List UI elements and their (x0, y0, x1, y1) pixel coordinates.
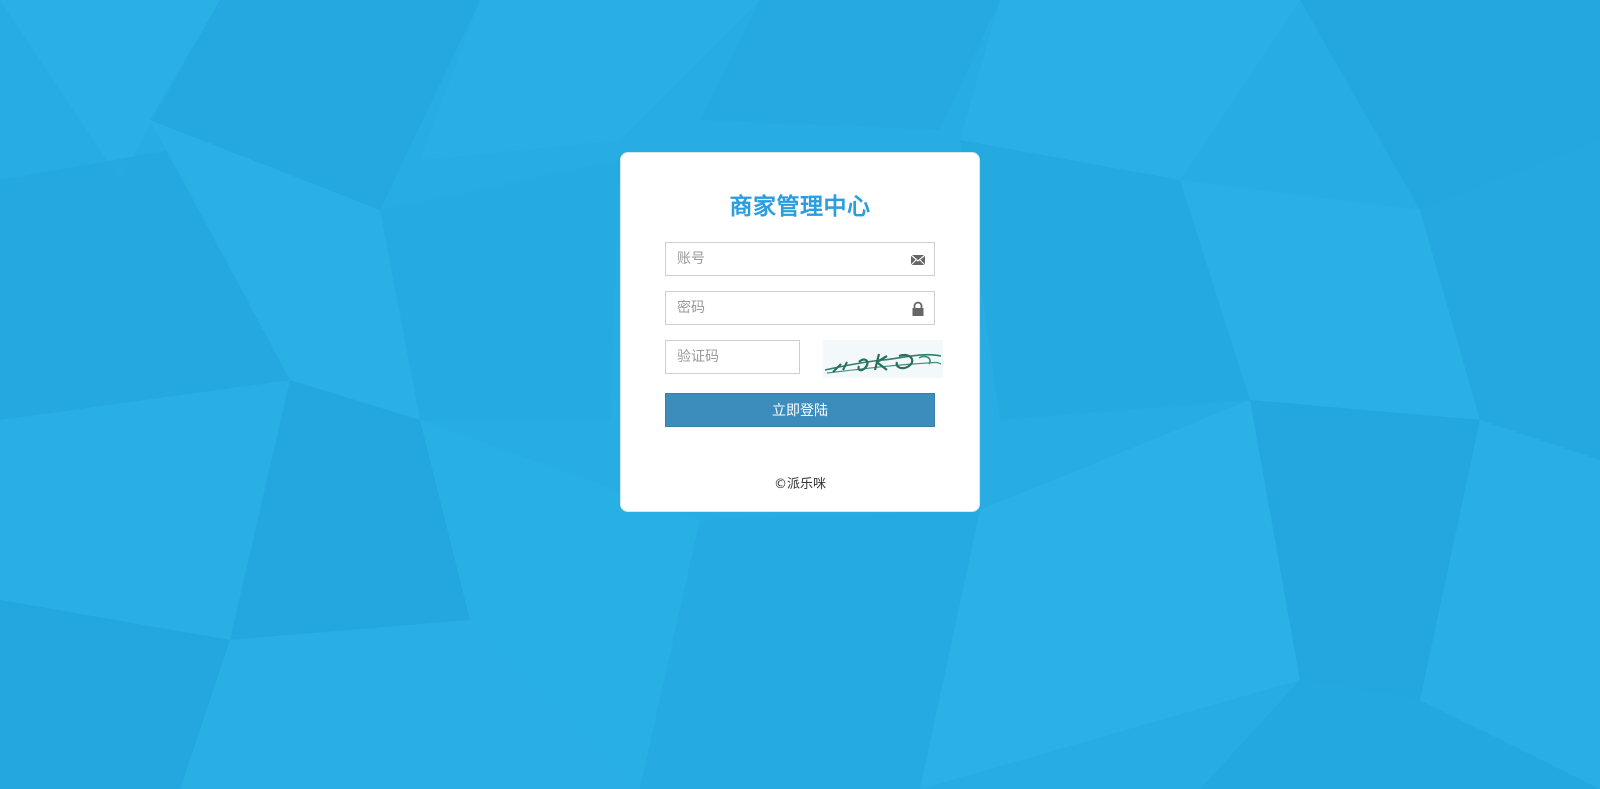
login-button[interactable]: 立即登陆 (665, 393, 935, 427)
lock-icon (912, 301, 924, 316)
page-title: 商家管理中心 (729, 194, 871, 220)
account-field[interactable] (665, 242, 935, 276)
account-input[interactable] (666, 243, 934, 275)
password-input[interactable] (666, 292, 934, 324)
login-card: 商家管理中心 立即登陆 ©派乐咪 (620, 152, 980, 512)
captcha-field[interactable] (665, 340, 800, 374)
captcha-image[interactable] (823, 340, 943, 378)
envelope-icon (910, 254, 926, 266)
footer-copyright: ©派乐咪 (773, 477, 826, 492)
captcha-input[interactable] (666, 341, 799, 373)
password-field[interactable] (665, 291, 935, 325)
